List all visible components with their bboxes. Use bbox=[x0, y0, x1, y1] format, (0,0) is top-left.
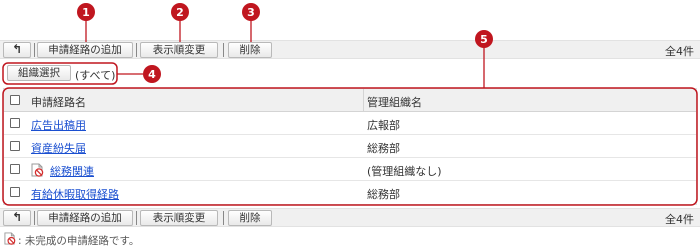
route-name-link[interactable]: 広告出稿用 bbox=[31, 117, 86, 133]
add-route-button[interactable]: 申請経路の追加 bbox=[37, 210, 133, 226]
table-row: 総務関連 (管理組織なし) bbox=[4, 158, 696, 181]
org-name: 広報部 bbox=[367, 119, 400, 132]
change-order-button[interactable]: 表示順変更 bbox=[140, 210, 218, 226]
back-arrow-icon: ↰ bbox=[11, 42, 23, 56]
route-name-link[interactable]: 資産紛失届 bbox=[31, 140, 86, 156]
change-order-button[interactable]: 表示順変更 bbox=[140, 42, 218, 58]
legend-text: : 未完成の申請経路です。 bbox=[18, 235, 140, 247]
column-divider bbox=[363, 89, 364, 112]
org-name: 総務部 bbox=[367, 142, 400, 155]
select-organization-button[interactable]: 組織選択 bbox=[7, 65, 71, 81]
back-button[interactable]: ↰ bbox=[3, 210, 31, 226]
delete-button[interactable]: 削除 bbox=[228, 42, 272, 58]
callout-badge-1: 1 bbox=[77, 3, 95, 21]
back-arrow-icon: ↰ bbox=[11, 210, 23, 224]
table-row: 有給休暇取得経路 総務部 bbox=[4, 181, 696, 204]
total-count: 全4件 bbox=[665, 213, 694, 226]
add-route-button[interactable]: 申請経路の追加 bbox=[37, 42, 133, 58]
toolbar-separator bbox=[136, 43, 137, 57]
callout-number: 3 bbox=[247, 6, 255, 19]
route-table: 申請経路名 管理組織名 広告出稿用 広報部 資産紛失届 総務部 総務関連 (管理… bbox=[3, 88, 697, 205]
table-row: 資産紛失届 総務部 bbox=[4, 135, 696, 158]
callout-badge-2: 2 bbox=[171, 3, 189, 21]
org-name: (管理組織なし) bbox=[367, 165, 442, 178]
route-name-link[interactable]: 有給休暇取得経路 bbox=[31, 186, 119, 202]
route-name-link[interactable]: 総務関連 bbox=[50, 163, 94, 179]
row-checkbox[interactable] bbox=[10, 164, 20, 174]
total-count: 全4件 bbox=[665, 45, 694, 58]
selected-organization: (すべて) bbox=[75, 69, 116, 82]
incomplete-route-icon bbox=[4, 232, 16, 245]
callout-badge-3: 3 bbox=[242, 3, 260, 21]
bottom-toolbar: ↰ 申請経路の追加 表示順変更 削除 全4件 bbox=[0, 208, 700, 227]
row-checkbox[interactable] bbox=[10, 141, 20, 151]
header-org-name: 管理組織名 bbox=[367, 96, 422, 109]
org-name: 総務部 bbox=[367, 188, 400, 201]
back-button[interactable]: ↰ bbox=[3, 42, 31, 58]
incomplete-route-icon bbox=[31, 163, 44, 177]
row-checkbox[interactable] bbox=[10, 187, 20, 197]
organization-filter: 組織選択 (すべて) bbox=[0, 62, 700, 84]
header-route-name: 申請経路名 bbox=[31, 96, 86, 109]
delete-button[interactable]: 削除 bbox=[228, 210, 272, 226]
toolbar-separator bbox=[34, 43, 35, 57]
callout-number: 1 bbox=[82, 6, 90, 19]
toolbar-separator bbox=[136, 211, 137, 225]
top-toolbar: ↰ 申請経路の追加 表示順変更 削除 全4件 bbox=[0, 40, 700, 59]
table-header: 申請経路名 管理組織名 bbox=[4, 89, 696, 112]
toolbar-separator bbox=[34, 211, 35, 225]
row-checkbox[interactable] bbox=[10, 118, 20, 128]
toolbar-separator bbox=[223, 43, 224, 57]
table-row: 広告出稿用 広報部 bbox=[4, 112, 696, 135]
callout-number: 2 bbox=[176, 6, 184, 19]
toolbar-separator bbox=[223, 211, 224, 225]
select-all-checkbox[interactable] bbox=[10, 95, 20, 105]
